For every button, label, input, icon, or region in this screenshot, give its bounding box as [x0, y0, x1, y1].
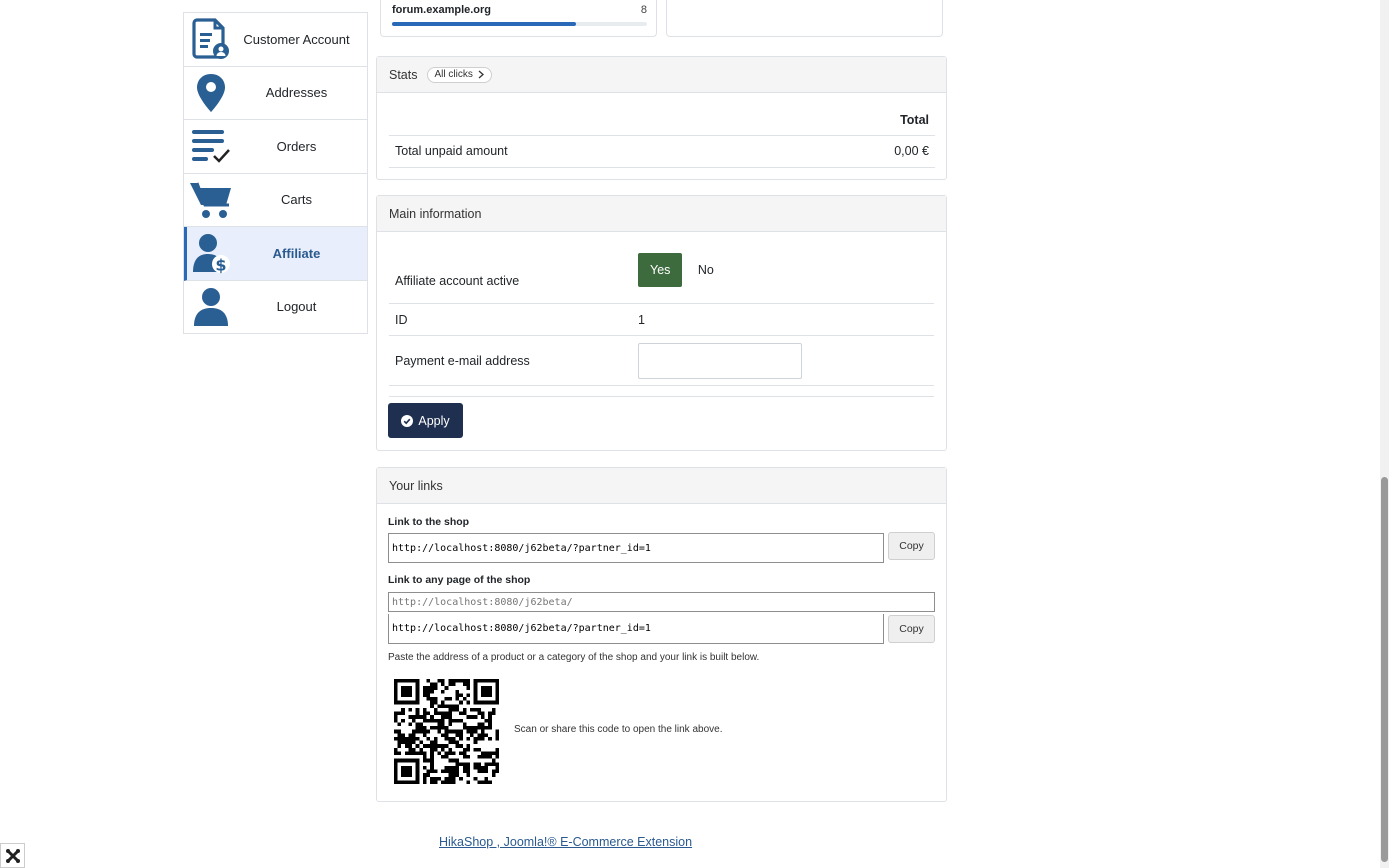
affiliate-user-dollar-icon: $ — [188, 230, 234, 276]
sidebar-item-label: Logout — [276, 299, 317, 315]
affiliate-active-toggle: Yes No — [638, 252, 934, 287]
table-header-row: Total — [389, 93, 935, 136]
svg-text:$: $ — [215, 256, 226, 275]
referrer-row: forum.example.org 8 — [392, 4, 647, 16]
sidebar-item-label: Addresses — [265, 85, 328, 101]
scrollbar-thumb[interactable] — [1381, 477, 1388, 862]
qr-code-image — [394, 679, 499, 784]
sidebar-item-orders[interactable]: Orders — [184, 120, 367, 174]
orders-list-icon — [188, 123, 234, 169]
map-pin-icon — [188, 70, 234, 116]
chevron-right-icon — [478, 70, 484, 78]
payment-email-input[interactable] — [638, 342, 802, 379]
your-links-header: Your links — [377, 468, 946, 504]
shop-link-label: Link to the shop — [388, 516, 470, 528]
your-links-panel: Your links Link to the shop http://local… — [376, 467, 947, 802]
check-circle-icon — [401, 414, 414, 427]
apply-button[interactable]: Apply — [388, 403, 463, 438]
affiliate-active-label: Affiliate account active — [395, 273, 520, 288]
referrer-cards: forum.example.org 8 — [380, 0, 943, 37]
id-value: 1 — [638, 312, 645, 327]
id-label: ID — [395, 312, 408, 327]
sidebar-item-addresses[interactable]: Addresses — [184, 67, 367, 120]
apply-label: Apply — [418, 413, 450, 428]
all-clicks-button[interactable]: All clicks — [426, 66, 492, 83]
your-links-title: Your links — [389, 478, 443, 493]
column-total-header: Total — [785, 93, 935, 136]
no-button[interactable]: No — [686, 253, 726, 287]
main-information-panel: Main information Affiliate account activ… — [376, 195, 947, 451]
joomla-logo-icon[interactable] — [0, 843, 25, 868]
main-information-header: Main information — [377, 196, 946, 232]
id-row: ID 1 — [389, 304, 934, 336]
page-scrollbar[interactable] — [1380, 0, 1389, 868]
all-clicks-label: All clicks — [434, 68, 473, 80]
qr-caption: Scan or share this code to open the link… — [514, 724, 723, 735]
main-information-title: Main information — [389, 206, 482, 221]
sidebar-item-label: Customer Account — [243, 31, 350, 47]
referrer-progress-fill — [392, 22, 576, 26]
footer-hikashop-link[interactable]: HikaShop , Joomla!® E-Commerce Extension — [439, 835, 692, 849]
unpaid-amount-value: 0,00 € — [785, 135, 935, 168]
yes-button[interactable]: Yes — [638, 252, 683, 287]
sidebar-item-label: Affiliate — [272, 245, 321, 261]
sidebar-item-label: Carts — [280, 192, 313, 208]
sidebar-item-carts[interactable]: Carts — [184, 174, 367, 227]
unpaid-amount-label: Total unpaid amount — [389, 135, 786, 168]
any-page-hint: Paste the address of a product or a cate… — [388, 652, 760, 663]
account-sidebar: Customer Account Addresses Orders Carts … — [183, 12, 368, 334]
secondary-card — [666, 0, 943, 37]
payment-email-row: Payment e-mail address — [389, 336, 934, 386]
stats-title: Stats — [389, 67, 418, 82]
customer-account-icon — [188, 16, 234, 62]
copy-any-page-link-button[interactable]: Copy — [888, 615, 935, 643]
any-page-link-result[interactable]: http://localhost:8080/j62beta/?partner_i… — [388, 614, 884, 644]
referrer-count: 8 — [640, 4, 647, 16]
stats-header: Stats All clicks — [377, 57, 946, 93]
cart-icon — [188, 177, 234, 223]
shop-link-input[interactable]: http://localhost:8080/j62beta/?partner_i… — [388, 533, 884, 563]
sidebar-item-affiliate[interactable]: $ Affiliate — [184, 227, 367, 281]
payment-email-label: Payment e-mail address — [395, 353, 530, 368]
affiliate-active-row: Affiliate account active Yes No — [389, 250, 934, 304]
any-page-link-label: Link to any page of the shop — [388, 574, 531, 586]
user-icon — [188, 284, 234, 330]
referrer-domain: forum.example.org — [392, 4, 492, 16]
sidebar-item-label: Orders — [276, 138, 317, 154]
stats-table: Total Total unpaid amount 0,00 € — [389, 93, 935, 168]
referrer-card: forum.example.org 8 — [380, 0, 657, 37]
copy-shop-link-button[interactable]: Copy — [888, 532, 935, 560]
table-row: Total unpaid amount 0,00 € — [389, 135, 935, 168]
sidebar-item-customer-account[interactable]: Customer Account — [184, 13, 367, 67]
any-page-url-input[interactable] — [388, 592, 935, 612]
sidebar-item-logout[interactable]: Logout — [184, 281, 367, 334]
stats-panel: Stats All clicks Total Total unpaid amou… — [376, 56, 947, 180]
referrer-progress-track — [392, 22, 647, 26]
